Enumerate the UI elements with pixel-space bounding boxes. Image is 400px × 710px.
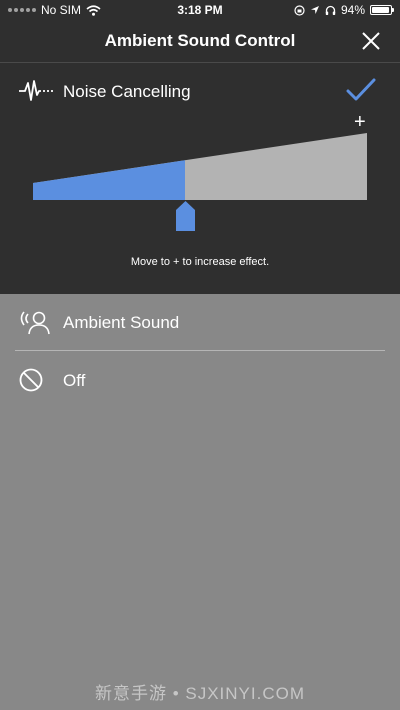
off-label: Off — [63, 371, 86, 390]
location-icon — [310, 6, 319, 14]
headphones-icon — [325, 5, 336, 15]
orientation-lock-icon — [294, 4, 305, 16]
ambient-sound-option[interactable]: Ambient Sound — [0, 304, 400, 340]
header: Ambient Sound Control — [0, 20, 400, 63]
slider-fill — [33, 160, 185, 200]
close-icon[interactable] — [360, 30, 382, 52]
battery-icon — [370, 5, 394, 15]
slider-hint: Move to + to increase effect. — [130, 256, 270, 268]
effect-slider[interactable] — [33, 133, 367, 200]
watermark: 新意手游 • SJXINYI.COM — [94, 684, 306, 703]
off-icon — [19, 368, 43, 392]
options-divider — [15, 350, 385, 351]
noise-cancelling-label: Noise Cancelling — [63, 82, 191, 101]
increase-effect-plus: + — [354, 111, 366, 133]
status-bar: No SIM 3:18 PM 94% — [0, 0, 400, 20]
battery-percent: 94% — [340, 3, 365, 17]
ambient-sound-label: Ambient Sound — [63, 313, 180, 332]
checkmark-icon — [346, 78, 376, 101]
noise-cancelling-option[interactable]: Noise Cancelling — [0, 76, 400, 108]
ambient-sound-icon — [20, 311, 50, 335]
off-option[interactable]: Off — [0, 362, 400, 398]
page-title: Ambient Sound Control — [104, 31, 296, 50]
noise-wave-icon — [19, 80, 53, 101]
slider-handle[interactable] — [175, 201, 195, 231]
